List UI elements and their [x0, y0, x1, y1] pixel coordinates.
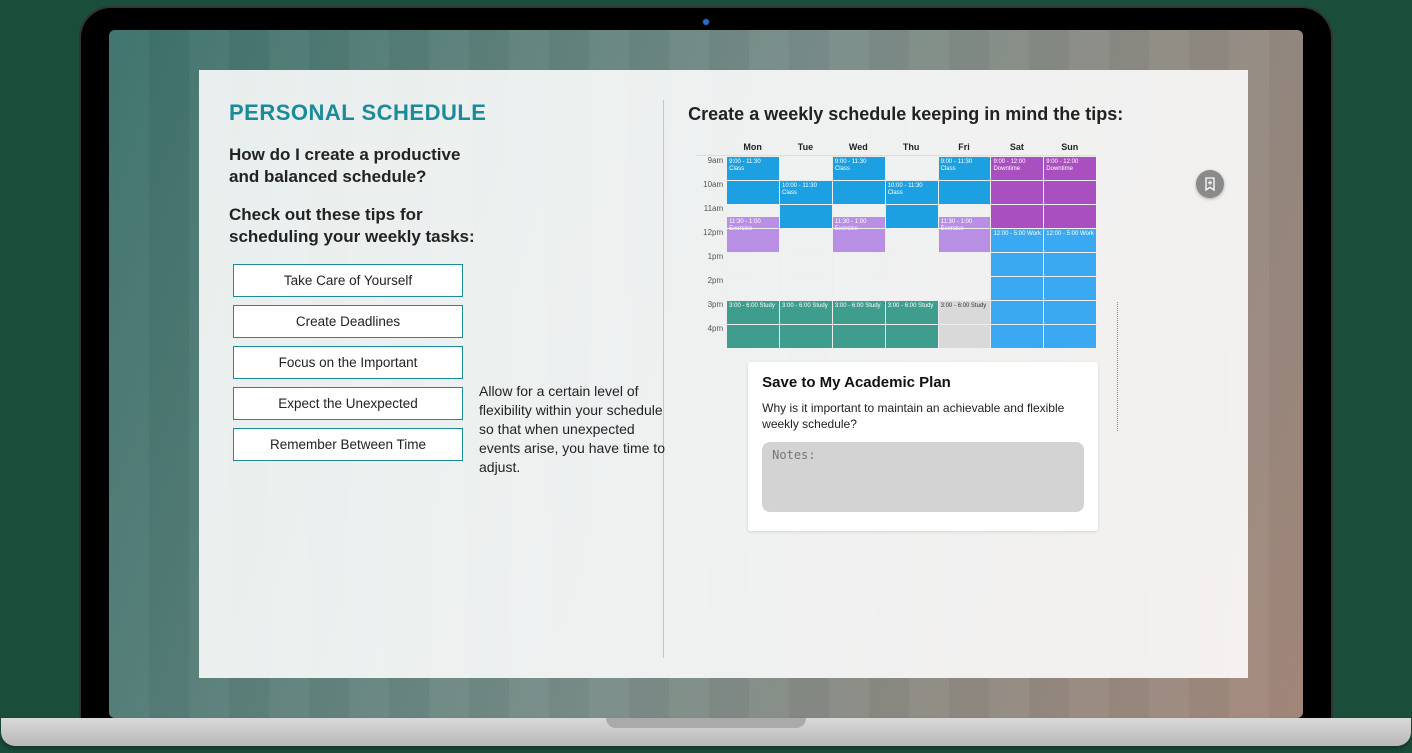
calendar-cell[interactable]: 11:30 - 1:00 Exercise: [832, 204, 885, 228]
laptop-base: [1, 718, 1411, 746]
tips-list: Take Care of Yourself Create Deadlines F…: [233, 264, 463, 461]
calendar-grid[interactable]: 9am9:00 - 11:30 Class9:00 - 11:30 Class9…: [696, 155, 1096, 348]
right-column: Create a weekly schedule keeping in mind…: [664, 100, 1218, 658]
left-column: PERSONAL SCHEDULE How do I create a prod…: [229, 100, 664, 658]
calendar-header: Mon Tue Wed Thu Fri Sat Sun: [696, 139, 1096, 155]
calendar-cell[interactable]: [832, 252, 885, 276]
calendar-cell[interactable]: 11:30 - 1:00 Exercise: [938, 204, 991, 228]
calendar-cell[interactable]: [726, 252, 779, 276]
question-2: Check out these tips for scheduling your…: [229, 204, 489, 248]
calendar-cell[interactable]: [779, 324, 832, 348]
time-label: 10am: [696, 180, 726, 204]
calendar-cell[interactable]: [990, 300, 1043, 324]
day-header: Thu: [885, 139, 938, 155]
calendar-cell[interactable]: [779, 204, 832, 228]
day-header: Fri: [938, 139, 991, 155]
time-label: 12pm: [696, 228, 726, 252]
calendar-cell[interactable]: [726, 180, 779, 204]
laptop-frame: PERSONAL SCHEDULE How do I create a prod…: [81, 8, 1331, 718]
calendar-cell[interactable]: [779, 156, 832, 180]
calendar-cell[interactable]: [726, 228, 779, 252]
tip-button-4[interactable]: Expect the Unexpected: [233, 387, 463, 420]
calendar-cell[interactable]: [1043, 180, 1096, 204]
calendar-cell[interactable]: [1043, 276, 1096, 300]
calendar-cell[interactable]: [885, 228, 938, 252]
calendar-cell[interactable]: [885, 204, 938, 228]
calendar-cell[interactable]: [779, 276, 832, 300]
calendar-cell[interactable]: [832, 276, 885, 300]
calendar-cell[interactable]: 9:00 - 11:30 Class: [726, 156, 779, 180]
calendar-cell[interactable]: [1043, 300, 1096, 324]
calendar-cell[interactable]: [990, 252, 1043, 276]
calendar-cell[interactable]: [938, 228, 991, 252]
tip-button-3[interactable]: Focus on the Important: [233, 346, 463, 379]
day-header: Wed: [832, 139, 885, 155]
time-label: 3pm: [696, 300, 726, 324]
weekly-calendar[interactable]: Mon Tue Wed Thu Fri Sat Sun 9am9:00 - 11…: [696, 139, 1096, 348]
time-label: 4pm: [696, 324, 726, 348]
calendar-cell[interactable]: 9:00 - 12:00 Downtime: [990, 156, 1043, 180]
calendar-cell[interactable]: 9:00 - 11:30 Class: [938, 156, 991, 180]
calendar-cell[interactable]: [779, 228, 832, 252]
time-label: 9am: [696, 156, 726, 180]
calendar-cell[interactable]: 3:00 - 6:00 Study: [832, 300, 885, 324]
calendar-cell[interactable]: [990, 180, 1043, 204]
app-screen: PERSONAL SCHEDULE How do I create a prod…: [109, 30, 1303, 718]
calendar-cell[interactable]: 10:00 - 11:30 Class: [779, 180, 832, 204]
calendar-cell[interactable]: 9:00 - 11:30 Class: [832, 156, 885, 180]
day-header: Mon: [726, 139, 779, 155]
calendar-cell[interactable]: [990, 324, 1043, 348]
calendar-cell[interactable]: 3:00 - 6:00 Study: [885, 300, 938, 324]
calendar-cell[interactable]: [779, 252, 832, 276]
save-card-title: Save to My Academic Plan: [762, 374, 1084, 391]
tip-detail-text: Allow for a certain level of flexibility…: [479, 382, 669, 476]
notes-input[interactable]: [762, 442, 1084, 512]
calendar-cell[interactable]: [885, 324, 938, 348]
calendar-cell[interactable]: 9:00 - 12:00 Downtime: [1043, 156, 1096, 180]
calendar-cell[interactable]: [1043, 252, 1096, 276]
calendar-cell[interactable]: [885, 252, 938, 276]
calendar-cell[interactable]: [990, 276, 1043, 300]
calendar-cell[interactable]: [885, 156, 938, 180]
calendar-cell[interactable]: [938, 276, 991, 300]
day-header: Sat: [990, 139, 1043, 155]
calendar-cell[interactable]: [726, 276, 779, 300]
calendar-cell[interactable]: 12:00 - 5:00 Work: [1043, 228, 1096, 252]
tip-button-5[interactable]: Remember Between Time: [233, 428, 463, 461]
calendar-cell[interactable]: [1043, 204, 1096, 228]
content-panel: PERSONAL SCHEDULE How do I create a prod…: [199, 70, 1248, 678]
calendar-cell[interactable]: 11:30 - 1:00 Exercise: [726, 204, 779, 228]
calendar-cell[interactable]: [832, 180, 885, 204]
calendar-cell[interactable]: [832, 228, 885, 252]
right-title: Create a weekly schedule keeping in mind…: [688, 104, 1218, 125]
time-label: 1pm: [696, 252, 726, 276]
calendar-cell[interactable]: [1043, 324, 1096, 348]
calendar-cell[interactable]: [938, 324, 991, 348]
camera-icon: [702, 18, 710, 26]
tip-button-2[interactable]: Create Deadlines: [233, 305, 463, 338]
panel-title: PERSONAL SCHEDULE: [229, 100, 643, 126]
calendar-cell[interactable]: [990, 204, 1043, 228]
day-header: Tue: [779, 139, 832, 155]
calendar-cell[interactable]: [938, 252, 991, 276]
calendar-cell[interactable]: 10:00 - 11:30 Class: [885, 180, 938, 204]
calendar-cell[interactable]: 3:00 - 6:00 Study: [726, 300, 779, 324]
question-1: How do I create a productive and balance…: [229, 144, 489, 188]
time-label: 11am: [696, 204, 726, 228]
calendar-cell[interactable]: 3:00 - 6:00 Study: [779, 300, 832, 324]
calendar-cell[interactable]: [726, 324, 779, 348]
bookmark-add-icon[interactable]: [1196, 170, 1224, 198]
save-card: Save to My Academic Plan Why is it impor…: [748, 362, 1098, 531]
day-header: Sun: [1043, 139, 1096, 155]
tip-button-1[interactable]: Take Care of Yourself: [233, 264, 463, 297]
calendar-cell[interactable]: [885, 276, 938, 300]
time-label: 2pm: [696, 276, 726, 300]
calendar-cell[interactable]: [832, 324, 885, 348]
save-card-question: Why is it important to maintain an achie…: [762, 401, 1084, 432]
calendar-cell[interactable]: [938, 180, 991, 204]
calendar-cell[interactable]: 12:00 - 5:00 Work: [990, 228, 1043, 252]
calendar-cell[interactable]: 3:00 - 6:00 Study: [938, 300, 991, 324]
